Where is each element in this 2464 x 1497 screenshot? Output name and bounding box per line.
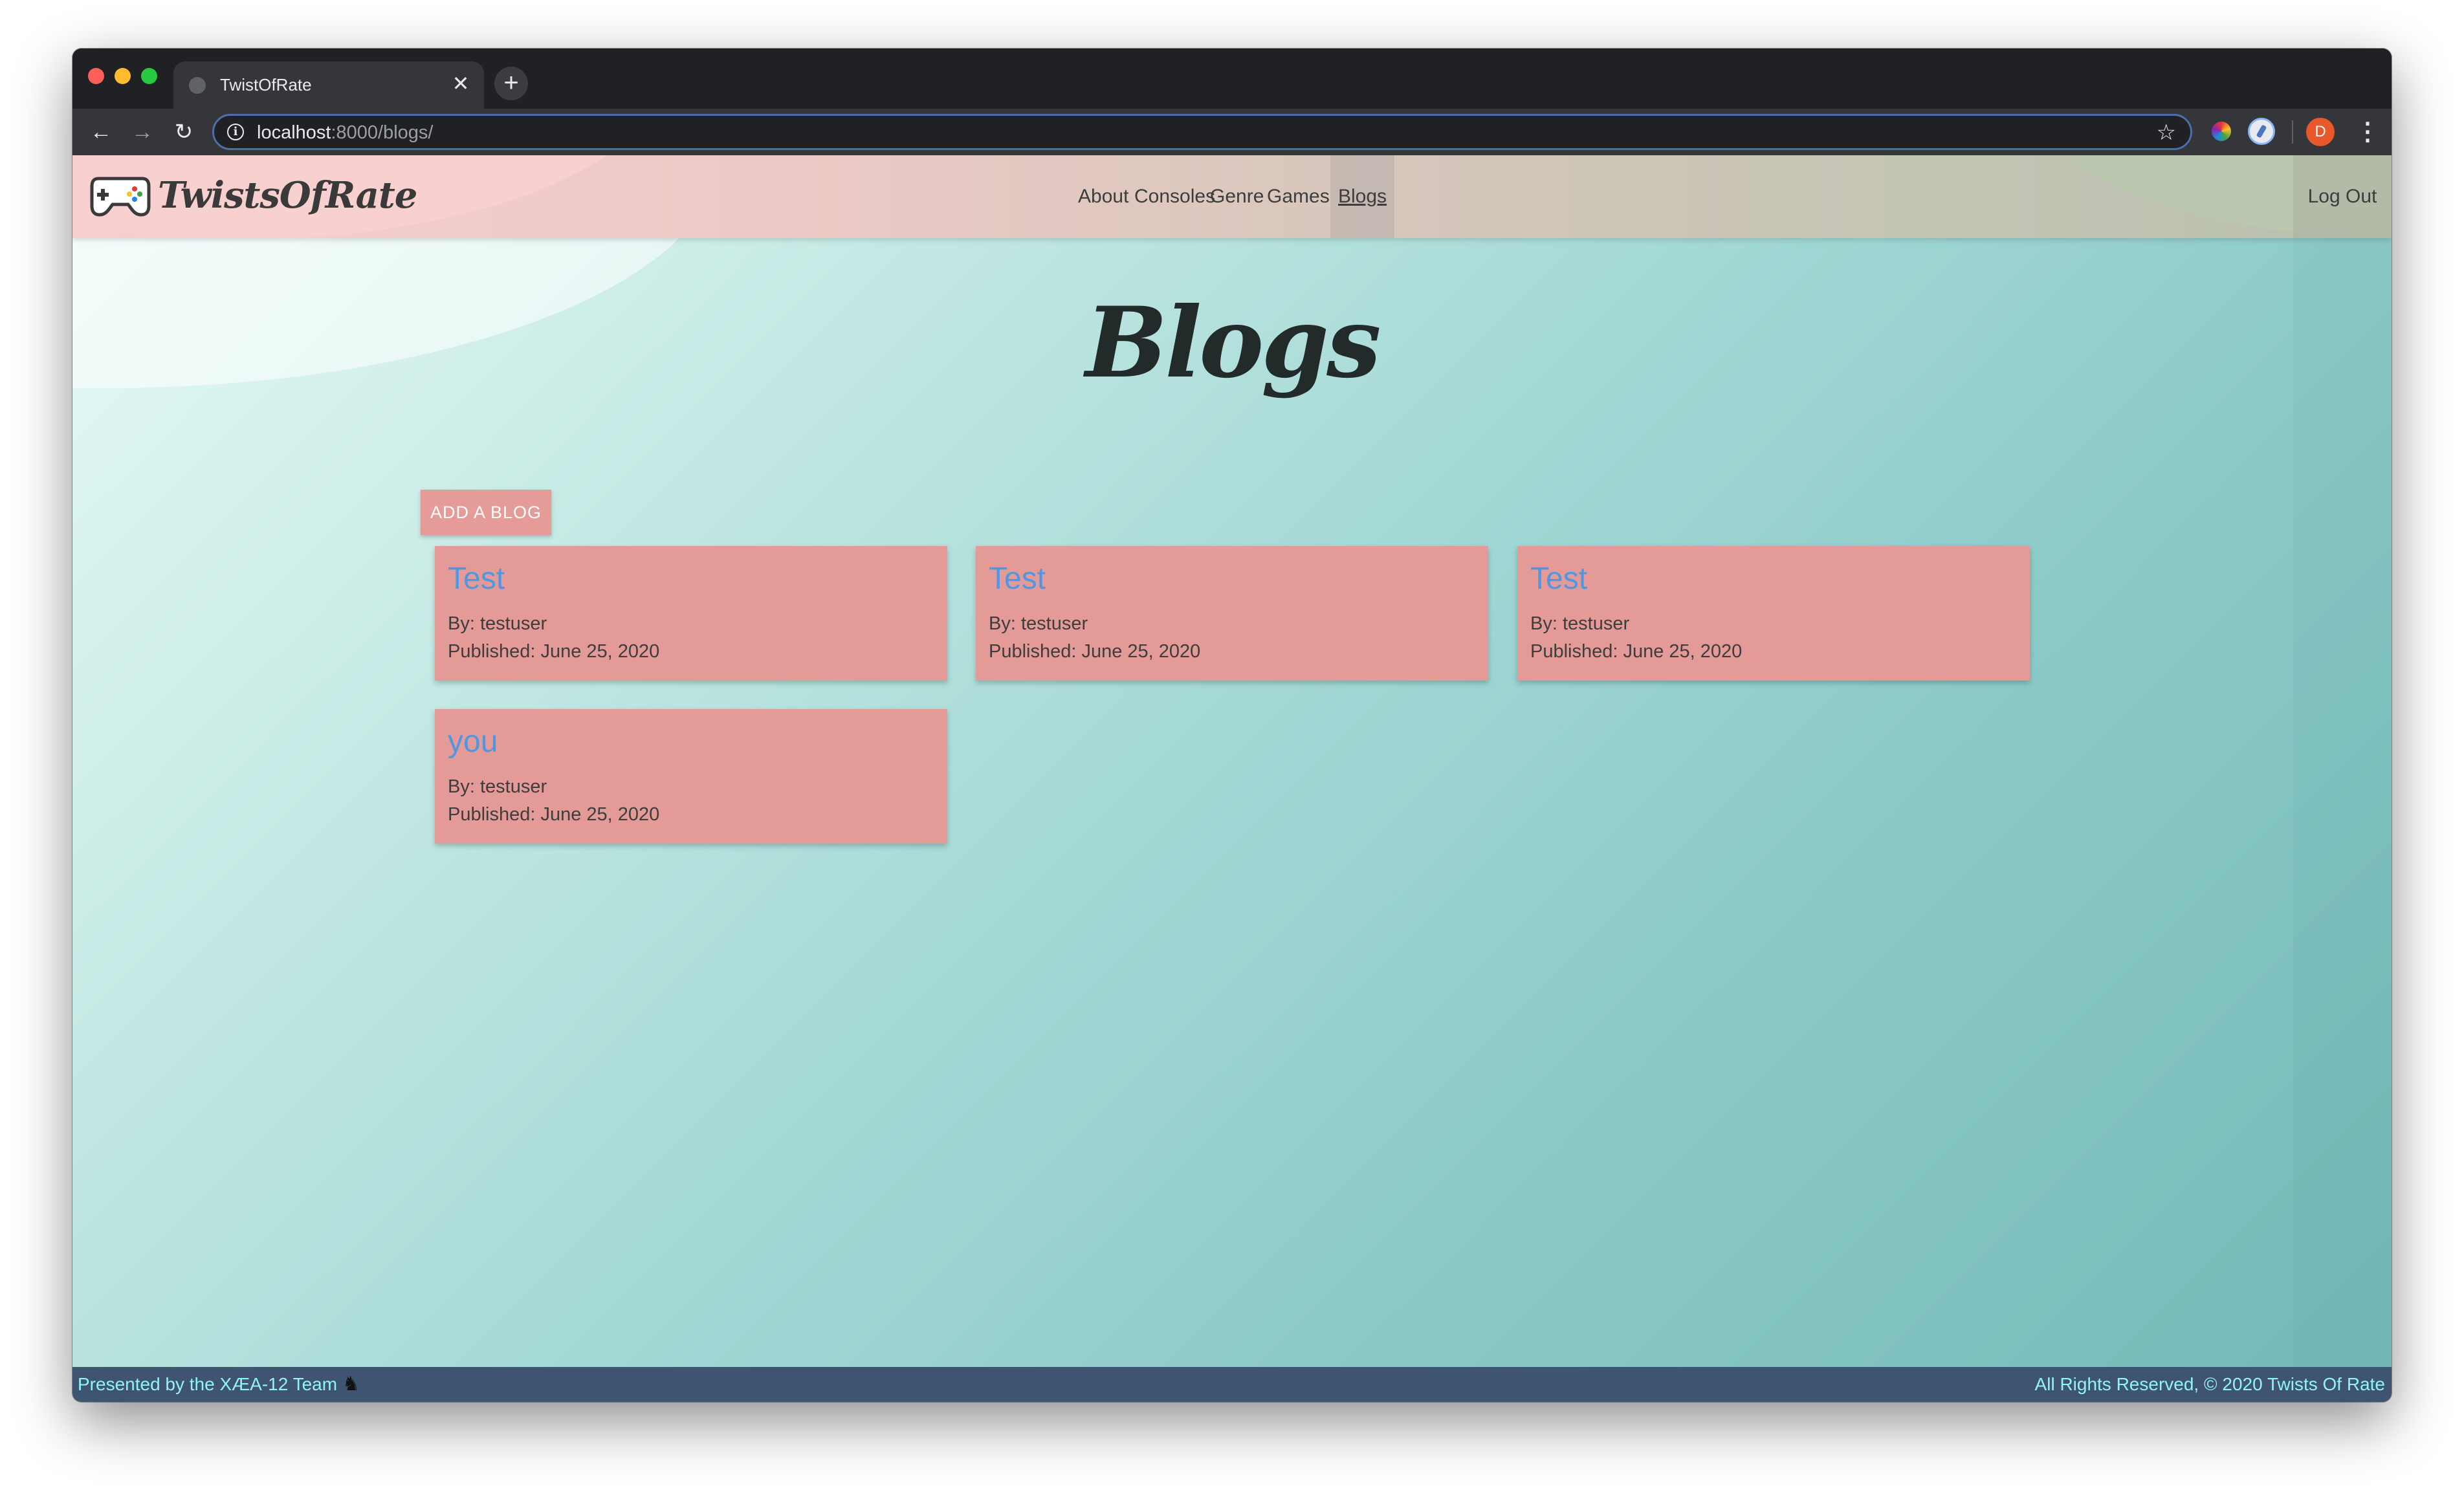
game-controller-icon	[90, 177, 151, 217]
footer-copyright: All Rights Reserved, © 2020 Twists Of Ra…	[2034, 1374, 2385, 1394]
blog-card[interactable]: Test By: testuser Published: June 25, 20…	[976, 546, 1488, 681]
compass-extension-icon[interactable]	[2248, 118, 2275, 145]
blog-author: By: testuser	[448, 613, 547, 634]
nav-games[interactable]: Games	[1267, 155, 1330, 238]
logout-link[interactable]: Log Out	[2293, 155, 2392, 238]
page-viewport: TwistsOfRate About Consoles Genre Games …	[72, 155, 2392, 1402]
footer-credit-text: Presented by the XÆA-12 Team	[78, 1374, 338, 1394]
browser-toolbar: ← → ↻ i localhost:8000/blogs/ ☆ D ⋮	[72, 109, 2392, 155]
horse-icon: ♞	[342, 1373, 360, 1395]
blog-author: By: testuser	[448, 776, 547, 797]
close-tab-icon[interactable]: ✕	[448, 71, 474, 96]
url-host: localhost	[257, 122, 331, 143]
close-window-button[interactable]	[88, 68, 104, 84]
profile-avatar[interactable]: D	[2306, 118, 2335, 146]
nav-blogs[interactable]: Blogs	[1330, 155, 1395, 238]
blog-card[interactable]: Test By: testuser Published: June 25, 20…	[435, 546, 947, 681]
minimize-window-button[interactable]	[115, 68, 131, 84]
address-bar[interactable]: i localhost:8000/blogs/ ☆	[212, 114, 2192, 150]
globe-icon	[189, 77, 206, 94]
blog-date: Published: June 25, 2020	[1530, 641, 1743, 662]
page-title: Blogs	[1085, 286, 1381, 400]
more-menu-icon[interactable]: ⋮	[2355, 116, 2380, 148]
back-arrow-icon[interactable]: ←	[87, 118, 115, 146]
nav-genre[interactable]: Genre	[1210, 155, 1264, 238]
nav-consoles[interactable]: Consoles	[1134, 155, 1215, 238]
blog-date: Published: June 25, 2020	[448, 804, 660, 825]
blog-date: Published: June 25, 2020	[448, 641, 660, 662]
tab-strip: TwistOfRate ✕ +	[72, 49, 2392, 109]
site-navbar: TwistsOfRate About Consoles Genre Games …	[72, 155, 2392, 238]
blog-title-link[interactable]: Test	[989, 560, 1046, 598]
url-path: :8000/blogs/	[331, 122, 434, 143]
nav-about[interactable]: About	[1078, 155, 1128, 238]
site-footer: Presented by the XÆA-12 Team ♞ All Rights…	[72, 1367, 2392, 1402]
right-shade	[2293, 238, 2392, 1367]
reload-icon[interactable]: ↻	[170, 118, 198, 146]
brand-name: TwistsOfRate	[158, 174, 417, 217]
blog-author: By: testuser	[1530, 613, 1630, 634]
new-tab-button[interactable]: +	[494, 67, 528, 100]
blog-title-link[interactable]: Test	[448, 560, 505, 598]
bookmark-star-icon[interactable]: ☆	[2157, 120, 2176, 146]
footer-credit: Presented by the XÆA-12 Team ♞	[78, 1367, 360, 1402]
blog-card[interactable]: Test By: testuser Published: June 25, 20…	[1517, 546, 2030, 681]
blog-card[interactable]: you By: testuser Published: June 25, 202…	[435, 709, 947, 844]
blog-title-link[interactable]: Test	[1530, 560, 1587, 598]
add-blog-button[interactable]: ADD A BLOG	[421, 490, 551, 535]
browser-window: TwistOfRate ✕ + ← → ↻ i localhost:8000/b…	[72, 49, 2392, 1402]
blog-title-link[interactable]: you	[448, 723, 498, 761]
browser-tab[interactable]: TwistOfRate ✕	[173, 61, 484, 109]
toolbar-divider	[2292, 120, 2293, 144]
info-icon[interactable]: i	[227, 124, 244, 140]
url-text[interactable]: localhost:8000/blogs/	[257, 122, 433, 144]
forward-arrow-icon[interactable]: →	[128, 118, 157, 146]
blog-author: By: testuser	[989, 613, 1088, 634]
blog-date: Published: June 25, 2020	[989, 641, 1201, 662]
maximize-window-button[interactable]	[141, 68, 157, 84]
tab-title: TwistOfRate	[220, 75, 312, 94]
color-wheel-extension-icon[interactable]	[2212, 122, 2231, 141]
